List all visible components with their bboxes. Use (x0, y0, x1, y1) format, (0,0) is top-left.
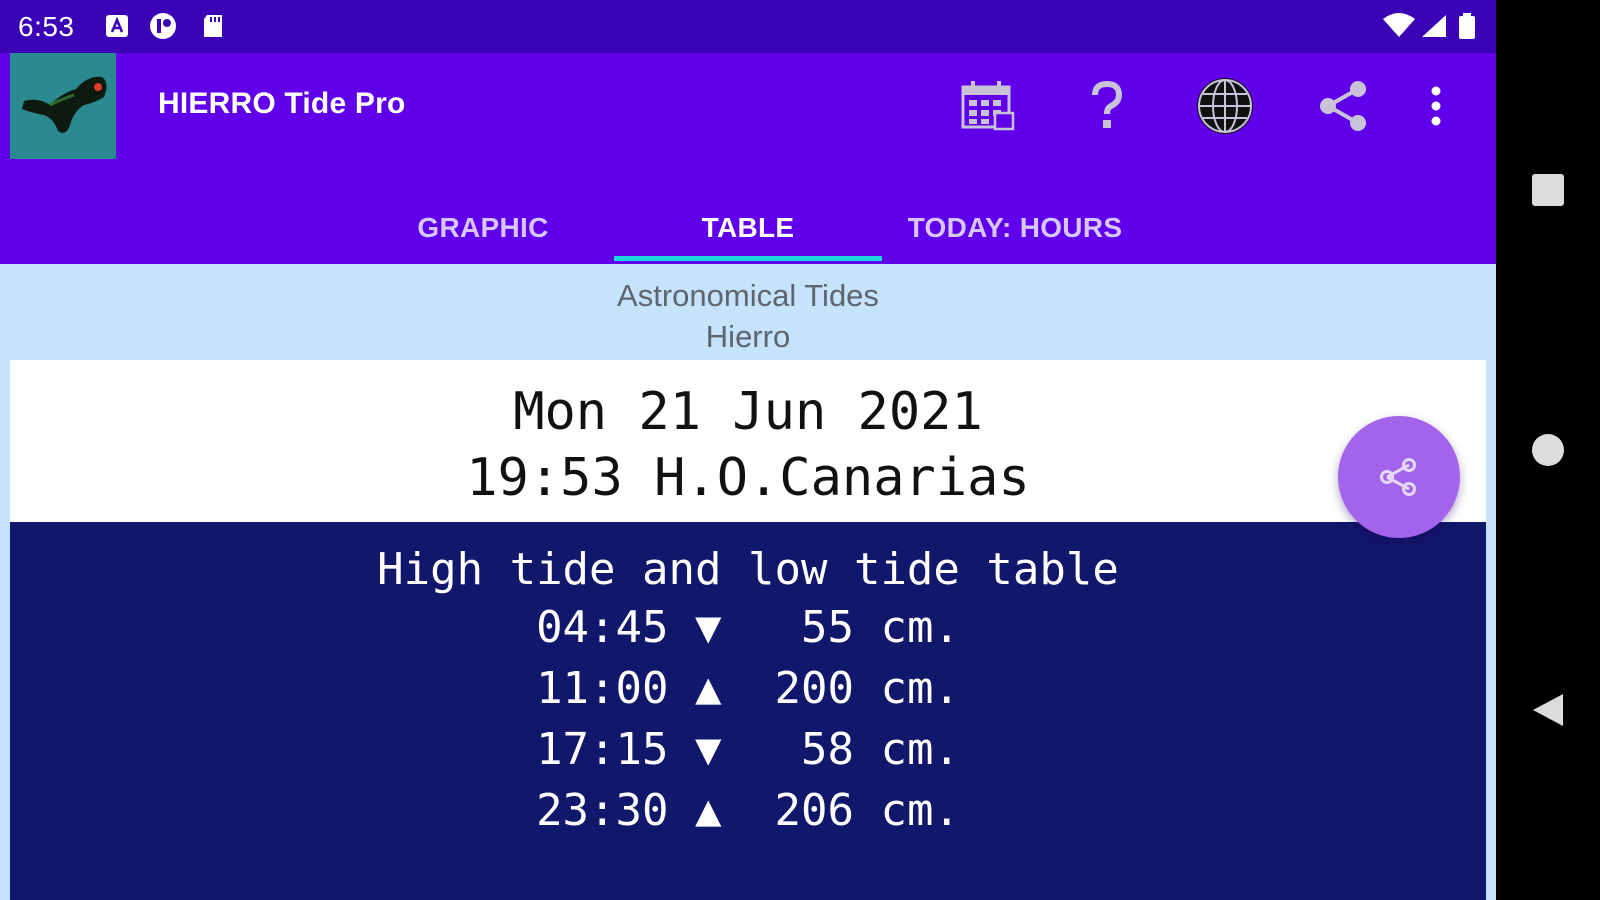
share-button[interactable] (1312, 75, 1374, 137)
help-icon (1092, 81, 1123, 128)
share-fab[interactable] (1338, 416, 1460, 538)
sd-card-icon (204, 15, 222, 37)
tide-row: 04:45 ▼ 55 cm. (10, 602, 1486, 653)
home-button[interactable] (1526, 428, 1570, 472)
tide-table-heading: High tide and low tide table (377, 544, 1119, 595)
island-logo-icon (22, 76, 107, 133)
app-bar: HIERRO Tide Pro GRAPHIC TABLE TODAY: HOU… (0, 53, 1496, 264)
tide-time: 23:30 (536, 785, 669, 836)
calendar-button[interactable] (956, 75, 1018, 137)
tide-height: 55 cm. (774, 602, 960, 653)
app-logo (10, 53, 116, 159)
back-icon (1533, 694, 1563, 726)
tide-arrow: ▼ (695, 724, 722, 775)
tide-time: 04:45 (536, 602, 669, 653)
date-text: Mon 21 Jun 2021 (513, 382, 983, 442)
share-icon (1320, 81, 1366, 131)
calendar-icon (961, 81, 1015, 131)
cell-signal-icon (1422, 15, 1446, 37)
system-nav-bar (1496, 0, 1600, 900)
tab-graphic[interactable]: GRAPHIC (352, 193, 614, 263)
subtitle-line1: Astronomical Tides (617, 278, 879, 313)
tide-height: 58 cm. (774, 724, 960, 775)
language-button[interactable] (1194, 75, 1256, 137)
subtitle-line2: Hierro (705, 319, 791, 354)
tide-height: 200 cm. (774, 663, 960, 714)
help-button[interactable] (1076, 75, 1138, 137)
overflow-menu-icon (1431, 86, 1441, 126)
globe-icon (1197, 78, 1253, 134)
home-icon (1532, 434, 1564, 466)
wifi-icon (1383, 13, 1415, 37)
tab-today-hours[interactable]: TODAY: HOURS (882, 193, 1148, 263)
status-bar: 6:53 (0, 0, 1496, 53)
tide-table: High tide and low tide table 04:45 ▼ 55 … (10, 522, 1486, 900)
tide-arrow: ▲ (695, 785, 722, 836)
tide-arrow: ▼ (695, 602, 722, 653)
share-icon (1380, 458, 1416, 496)
status-time: 6:53 (18, 11, 75, 42)
app-title: HIERRO Tide Pro (158, 87, 406, 120)
date-panel: Mon 21 Jun 2021 19:53 H.O.Canarias (10, 360, 1486, 522)
tide-row: 11:00 ▲ 200 cm. (10, 663, 1486, 714)
tab-table[interactable]: TABLE (614, 193, 882, 263)
tide-height: 206 cm. (774, 785, 960, 836)
battery-icon (1459, 13, 1475, 39)
back-button[interactable] (1526, 688, 1570, 732)
notification-a-icon (106, 15, 128, 37)
tide-time: 17:15 (536, 724, 669, 775)
tide-arrow: ▲ (695, 663, 722, 714)
overflow-menu-button[interactable] (1416, 75, 1456, 137)
tide-row: 23:30 ▲ 206 cm. (10, 785, 1486, 836)
time-zone-text: 19:53 H.O.Canarias (466, 448, 1030, 508)
tab-indicator (614, 256, 882, 261)
tide-row: 17:15 ▼ 58 cm. (10, 724, 1486, 775)
recents-button[interactable] (1526, 168, 1570, 212)
tide-time: 11:00 (536, 663, 669, 714)
app-screen: 6:53 HIERRO Tide Pro GRAPHIC TABLE TODAY… (0, 0, 1496, 900)
notification-app-icon (150, 13, 176, 39)
recents-icon (1532, 174, 1564, 206)
